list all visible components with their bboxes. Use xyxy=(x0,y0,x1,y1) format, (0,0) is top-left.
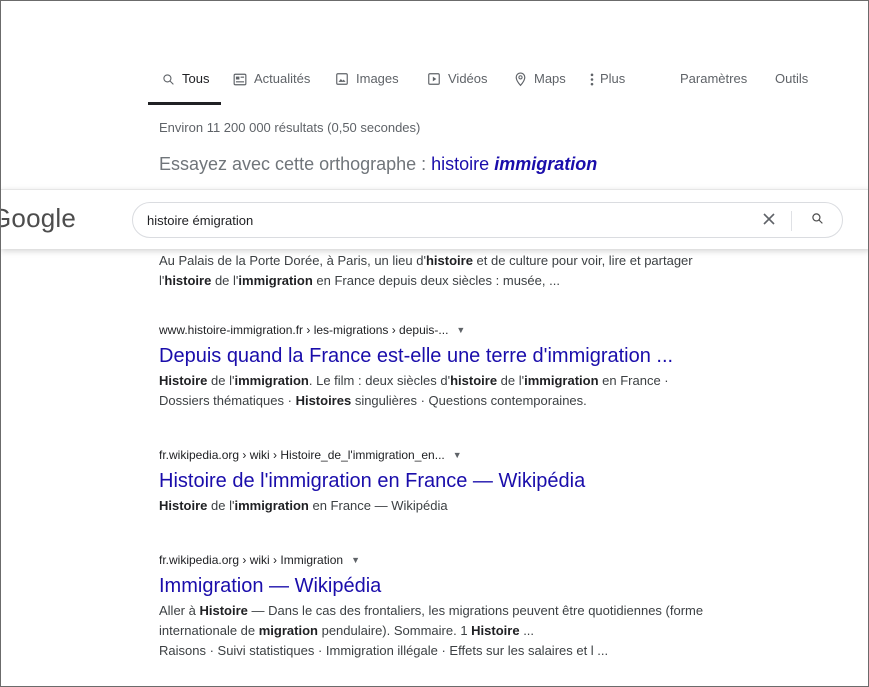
map-pin-icon xyxy=(512,71,528,87)
more-vert-icon xyxy=(588,71,596,87)
chevron-down-icon[interactable]: ▼ xyxy=(456,325,465,335)
search-icon xyxy=(160,71,176,87)
spelling-word: histoire xyxy=(431,154,490,174)
snippet-line: Histoire de l'immigration en France — Wi… xyxy=(159,498,448,513)
spelling-suggestion-link[interactable]: histoire immigration xyxy=(431,154,597,174)
result-snippet: Histoire de l'immigration. Le film : deu… xyxy=(159,371,799,411)
snippet-line: l'histoire de l'immigration en France de… xyxy=(159,273,560,288)
sticky-search-header: Google xyxy=(1,189,868,249)
image-icon xyxy=(334,71,350,87)
tab-label: Tous xyxy=(182,71,210,86)
result-title-link[interactable]: Immigration — Wikipédia xyxy=(159,573,799,599)
tab-videos[interactable]: Vidéos xyxy=(426,71,488,105)
tab-label: Actualités xyxy=(254,71,311,86)
snippet-line: Dossiers thématiques · Histoires singuli… xyxy=(159,393,587,408)
browser-frame: Tous Actualités Images Vidéos Maps Plus … xyxy=(0,0,869,687)
tab-label: Plus xyxy=(600,71,626,86)
google-logo[interactable]: Google xyxy=(1,203,76,234)
tab-label: Maps xyxy=(534,71,566,86)
result-url[interactable]: fr.wikipedia.org › wiki › Histoire_de_l'… xyxy=(159,448,799,462)
tab-all[interactable]: Tous xyxy=(160,71,209,105)
close-icon xyxy=(763,212,775,230)
tools-link[interactable]: Outils xyxy=(775,71,808,105)
video-icon xyxy=(426,71,442,87)
tab-maps[interactable]: Maps xyxy=(512,71,566,105)
result-url[interactable]: fr.wikipedia.org › wiki › Immigration ▼ xyxy=(159,553,799,567)
result-title-link[interactable]: Depuis quand la France est-elle une terr… xyxy=(159,343,799,369)
active-tab-indicator xyxy=(148,102,221,105)
sitelinks-line[interactable]: Raisons · Suivi statistiques · Immigrati… xyxy=(159,641,799,661)
search-input[interactable] xyxy=(147,211,747,229)
search-result: www.histoire-immigration.fr › les-migrat… xyxy=(159,323,799,411)
search-box-divider xyxy=(791,211,792,231)
search-result: fr.wikipedia.org › wiki › Histoire_de_l'… xyxy=(159,448,799,516)
result-snippet: Histoire de l'immigration en France — Wi… xyxy=(159,496,799,516)
result-snippet: Au Palais de la Porte Dorée, à Paris, un… xyxy=(159,251,779,291)
chevron-down-icon[interactable]: ▼ xyxy=(351,555,360,565)
tab-news[interactable]: Actualités xyxy=(232,71,310,105)
result-stats: Environ 11 200 000 résultats (0,50 secon… xyxy=(159,120,421,135)
search-result: fr.wikipedia.org › wiki › Immigration ▼ I… xyxy=(159,553,799,661)
news-icon xyxy=(232,71,248,87)
spelling-word-corrected: immigration xyxy=(494,154,598,174)
search-tabs: Tous Actualités Images Vidéos Maps Plus … xyxy=(148,71,868,105)
search-box xyxy=(132,202,843,238)
search-icon xyxy=(811,212,824,230)
search-submit-button[interactable] xyxy=(806,210,828,232)
result-url[interactable]: www.histoire-immigration.fr › les-migrat… xyxy=(159,323,799,337)
spelling-suggestion: Essayez avec cette orthographe : histoir… xyxy=(159,154,597,175)
spelling-prefix: Essayez avec cette orthographe : xyxy=(159,154,432,174)
snippet-line: Au Palais de la Porte Dorée, à Paris, un… xyxy=(159,253,693,268)
tab-label: Vidéos xyxy=(448,71,488,86)
clear-search-button[interactable] xyxy=(758,210,780,232)
tab-label: Images xyxy=(356,71,399,86)
snippet-line: internationale de migration pendulaire).… xyxy=(159,623,535,638)
snippet-line: Aller à Histoire — Dans le cas des front… xyxy=(159,603,704,618)
result-title-link[interactable]: Histoire de l'immigration en France — Wi… xyxy=(159,468,799,494)
settings-link[interactable]: Paramètres xyxy=(680,71,747,105)
result-snippet: Aller à Histoire — Dans le cas des front… xyxy=(159,601,799,661)
tab-more[interactable]: Plus xyxy=(588,71,625,105)
chevron-down-icon[interactable]: ▼ xyxy=(453,450,462,460)
snippet-line: Histoire de l'immigration. Le film : deu… xyxy=(159,373,669,388)
tab-images[interactable]: Images xyxy=(334,71,399,105)
